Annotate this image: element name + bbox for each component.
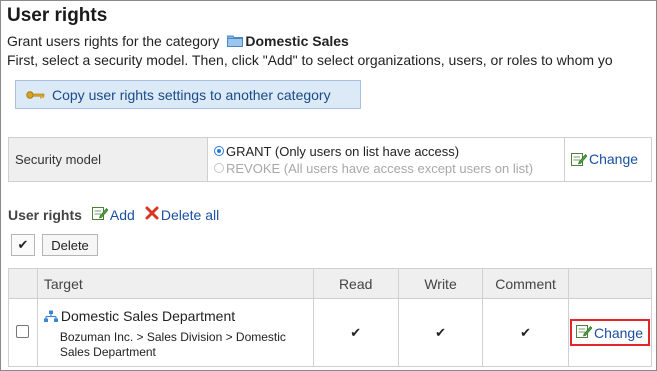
target-path-line-1: Bozuman Inc. > Sales Division > Domestic [59, 330, 286, 344]
copy-rights-label: Copy user rights settings to another cat… [52, 86, 331, 103]
intro-text: Grant users rights for the category [7, 33, 220, 49]
security-model-table: Security model GRANT (Only users on list… [8, 137, 652, 182]
key-icon [26, 90, 46, 100]
column-header-read: Read [312, 268, 399, 299]
instruction-text: First, select a security model. Then, cl… [7, 52, 613, 68]
row-change-link[interactable]: Change [569, 319, 650, 346]
grant-label: GRANT (Only users on list have access) [226, 143, 460, 159]
grant-option[interactable]: GRANT (Only users on list have access) [214, 143, 564, 160]
target-path-line-2: Sales Department [59, 345, 156, 359]
page-title: User rights [7, 5, 108, 26]
security-change-cell: Change [564, 137, 652, 182]
copy-rights-button[interactable]: Copy user rights settings to another cat… [15, 80, 361, 109]
organization-icon [43, 310, 58, 323]
revoke-option: REVOKE (All users have access except use… [214, 160, 564, 177]
table-header-row: Target Read Write Comment [8, 268, 653, 299]
user-rights-panel: User rights Grant users rights for the c… [0, 0, 657, 371]
table-row: Domestic Sales Department Bozuman Inc. >… [8, 298, 653, 367]
add-label: Add [109, 206, 135, 223]
add-link[interactable]: Add [91, 206, 135, 223]
write-check-icon: ✔ [435, 324, 446, 340]
read-cell: ✔ [312, 298, 399, 367]
edit-icon [575, 324, 593, 341]
category-intro: Grant users rights for the category Dome… [7, 33, 349, 49]
security-model-options: GRANT (Only users on list have access) R… [207, 137, 565, 182]
row-action-cell: Change [567, 298, 653, 367]
delete-all-link[interactable]: Delete all [145, 206, 219, 223]
edit-icon [571, 152, 588, 169]
row-checkbox[interactable] [16, 324, 30, 338]
select-all-button[interactable]: ✔ [11, 234, 35, 256]
write-cell: ✔ [397, 298, 484, 367]
security-model-label: Security model [8, 137, 208, 182]
row-change-label: Change [593, 324, 643, 341]
user-rights-header: User rights Add Delete all [8, 206, 229, 223]
comment-check-icon: ✔ [520, 324, 532, 340]
read-check-icon: ✔ [350, 324, 362, 340]
delete-button[interactable]: Delete [42, 234, 98, 256]
user-rights-table: Target Read Write Comment Domestic Sales… [8, 268, 653, 367]
security-change-link[interactable]: Change [571, 151, 638, 167]
column-header-target: Target [36, 268, 314, 299]
add-icon [91, 206, 109, 223]
revoke-radio [214, 163, 224, 173]
column-header-write: Write [397, 268, 484, 299]
security-change-label: Change [589, 150, 639, 167]
target-path: Bozuman Inc. > Sales Division > Domestic… [60, 330, 312, 360]
revoke-label: REVOKE (All users have access except use… [226, 160, 534, 176]
target-name: Domestic Sales Department [60, 308, 236, 324]
folder-icon [227, 35, 244, 47]
action-column-header [567, 268, 653, 299]
category-name: Domestic Sales [245, 33, 349, 49]
column-header-comment: Comment [482, 268, 569, 299]
grant-radio[interactable] [214, 146, 224, 156]
target-cell: Domestic Sales Department Bozuman Inc. >… [36, 298, 314, 367]
delete-all-label: Delete all [160, 206, 220, 223]
row-checkbox-cell [8, 298, 38, 367]
comment-cell: ✔ [482, 298, 569, 367]
delete-x-icon [145, 206, 159, 223]
target-name-line: Domestic Sales Department [43, 308, 312, 324]
checkbox-column-header [8, 268, 38, 299]
user-rights-label: User rights [8, 206, 82, 223]
